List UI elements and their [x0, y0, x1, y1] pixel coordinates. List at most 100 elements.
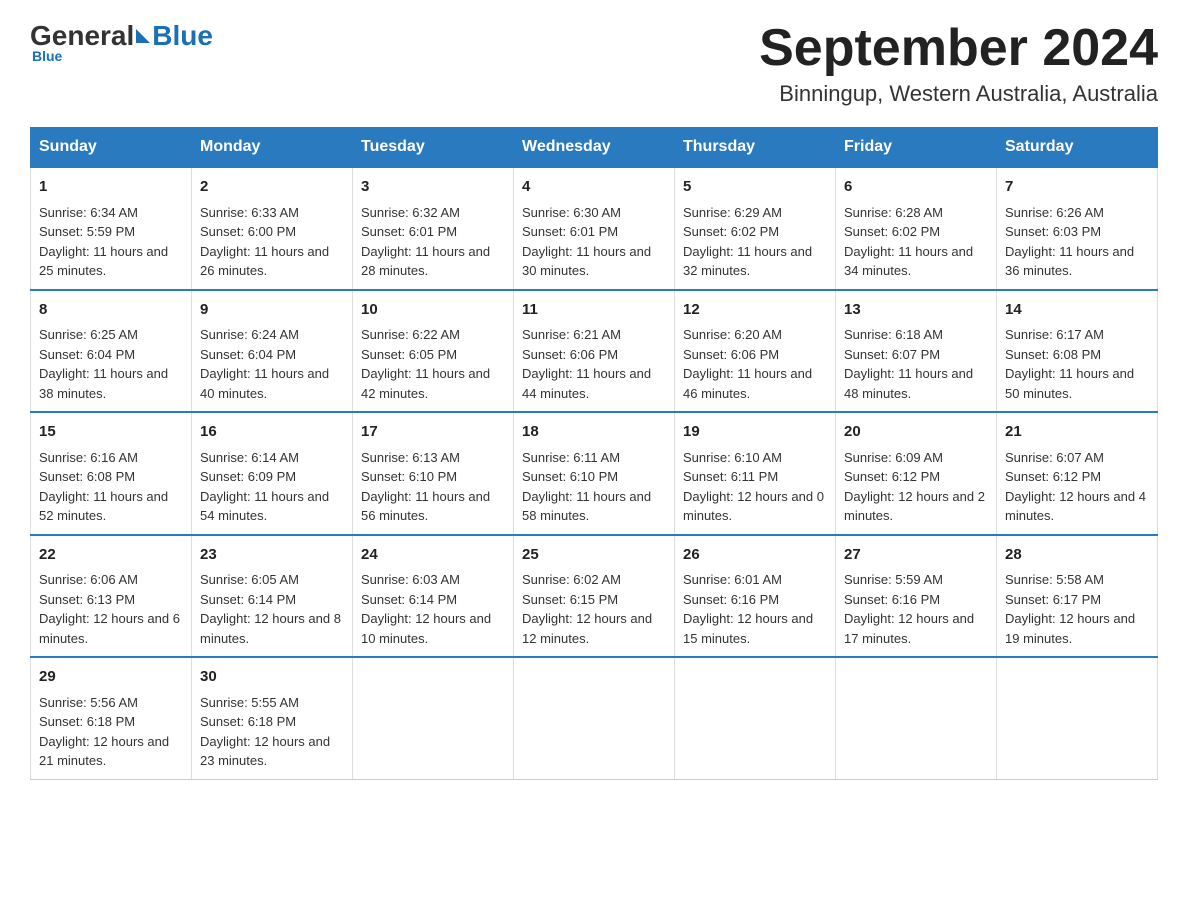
day-info: Sunrise: 6:01 AMSunset: 6:16 PMDaylight:… [683, 570, 827, 648]
table-row: 27 Sunrise: 5:59 AMSunset: 6:16 PMDayligh… [836, 535, 997, 658]
day-number: 12 [683, 299, 827, 322]
header-thursday: Thursday [675, 128, 836, 168]
day-info: Sunrise: 6:24 AMSunset: 6:04 PMDaylight:… [200, 325, 344, 403]
day-number: 14 [1005, 299, 1149, 322]
table-row: 10 Sunrise: 6:22 AMSunset: 6:05 PMDayligh… [353, 290, 514, 413]
table-row: 18Sunrise: 6:11 AMSunset: 6:10 PMDayligh… [514, 412, 675, 535]
day-number: 20 [844, 421, 988, 444]
calendar-header-row: Sunday Monday Tuesday Wednesday Thursday… [31, 128, 1158, 168]
day-info: Sunrise: 6:05 AMSunset: 6:14 PMDaylight:… [200, 570, 344, 648]
table-row: 1 Sunrise: 6:34 AMSunset: 5:59 PMDaylight… [31, 167, 192, 290]
day-number: 1 [39, 176, 183, 199]
header-wednesday: Wednesday [514, 128, 675, 168]
day-number: 23 [200, 544, 344, 567]
logo: General Blue Blue [30, 20, 213, 64]
day-number: 6 [844, 176, 988, 199]
header-sunday: Sunday [31, 128, 192, 168]
table-row: 21 Sunrise: 6:07 AMSunset: 6:12 PMDayligh… [997, 412, 1158, 535]
day-info: Sunrise: 5:59 AMSunset: 6:16 PMDaylight:… [844, 570, 988, 648]
day-number: 19 [683, 421, 827, 444]
calendar-week-row: 1 Sunrise: 6:34 AMSunset: 5:59 PMDaylight… [31, 167, 1158, 290]
day-info: Sunrise: 6:11 AMSunset: 6:10 PMDaylight:… [522, 448, 666, 526]
logo-arrow-icon [136, 29, 150, 43]
day-info: Sunrise: 6:07 AMSunset: 6:12 PMDaylight:… [1005, 448, 1149, 526]
table-row: 19Sunrise: 6:10 AMSunset: 6:11 PMDayligh… [675, 412, 836, 535]
day-info: Sunrise: 6:18 AMSunset: 6:07 PMDaylight:… [844, 325, 988, 403]
day-info: Sunrise: 6:22 AMSunset: 6:05 PMDaylight:… [361, 325, 505, 403]
day-number: 16 [200, 421, 344, 444]
day-info: Sunrise: 6:21 AMSunset: 6:06 PMDaylight:… [522, 325, 666, 403]
table-row: 8 Sunrise: 6:25 AMSunset: 6:04 PMDaylight… [31, 290, 192, 413]
day-number: 11 [522, 299, 666, 322]
day-number: 27 [844, 544, 988, 567]
table-row: 9 Sunrise: 6:24 AMSunset: 6:04 PMDaylight… [192, 290, 353, 413]
location-title: Binningup, Western Australia, Australia [759, 81, 1158, 107]
day-info: Sunrise: 6:33 AMSunset: 6:00 PMDaylight:… [200, 203, 344, 281]
table-row: 13 Sunrise: 6:18 AMSunset: 6:07 PMDayligh… [836, 290, 997, 413]
table-row: 15Sunrise: 6:16 AMSunset: 6:08 PMDayligh… [31, 412, 192, 535]
day-number: 13 [844, 299, 988, 322]
table-row: 7 Sunrise: 6:26 AMSunset: 6:03 PMDaylight… [997, 167, 1158, 290]
day-info: Sunrise: 5:56 AMSunset: 6:18 PMDaylight:… [39, 693, 183, 771]
day-info: Sunrise: 6:03 AMSunset: 6:14 PMDaylight:… [361, 570, 505, 648]
table-row [675, 657, 836, 779]
logo-subtitle: Blue [32, 48, 62, 64]
day-number: 15 [39, 421, 183, 444]
table-row: 12 Sunrise: 6:20 AMSunset: 6:06 PMDayligh… [675, 290, 836, 413]
header-friday: Friday [836, 128, 997, 168]
day-number: 9 [200, 299, 344, 322]
day-number: 2 [200, 176, 344, 199]
table-row: 17Sunrise: 6:13 AMSunset: 6:10 PMDayligh… [353, 412, 514, 535]
day-number: 30 [200, 666, 344, 689]
day-info: Sunrise: 6:25 AMSunset: 6:04 PMDaylight:… [39, 325, 183, 403]
day-info: Sunrise: 6:17 AMSunset: 6:08 PMDaylight:… [1005, 325, 1149, 403]
day-info: Sunrise: 6:32 AMSunset: 6:01 PMDaylight:… [361, 203, 505, 281]
table-row: 24 Sunrise: 6:03 AMSunset: 6:14 PMDayligh… [353, 535, 514, 658]
table-row: 14 Sunrise: 6:17 AMSunset: 6:08 PMDayligh… [997, 290, 1158, 413]
table-row: 30 Sunrise: 5:55 AMSunset: 6:18 PMDayligh… [192, 657, 353, 779]
calendar-week-row: 22 Sunrise: 6:06 AMSunset: 6:13 PMDayligh… [31, 535, 1158, 658]
day-number: 7 [1005, 176, 1149, 199]
table-row: 22 Sunrise: 6:06 AMSunset: 6:13 PMDayligh… [31, 535, 192, 658]
day-info: Sunrise: 6:28 AMSunset: 6:02 PMDaylight:… [844, 203, 988, 281]
day-info: Sunrise: 6:09 AMSunset: 6:12 PMDaylight:… [844, 448, 988, 526]
calendar-week-row: 15Sunrise: 6:16 AMSunset: 6:08 PMDayligh… [31, 412, 1158, 535]
day-info: Sunrise: 6:20 AMSunset: 6:06 PMDaylight:… [683, 325, 827, 403]
day-info: Sunrise: 5:55 AMSunset: 6:18 PMDaylight:… [200, 693, 344, 771]
day-info: Sunrise: 6:34 AMSunset: 5:59 PMDaylight:… [39, 203, 183, 281]
logo-blue-text: Blue [152, 20, 213, 52]
table-row: 23 Sunrise: 6:05 AMSunset: 6:14 PMDayligh… [192, 535, 353, 658]
day-number: 25 [522, 544, 666, 567]
header-saturday: Saturday [997, 128, 1158, 168]
day-info: Sunrise: 6:06 AMSunset: 6:13 PMDaylight:… [39, 570, 183, 648]
header-tuesday: Tuesday [353, 128, 514, 168]
day-number: 28 [1005, 544, 1149, 567]
table-row: 28Sunrise: 5:58 AMSunset: 6:17 PMDayligh… [997, 535, 1158, 658]
day-info: Sunrise: 6:29 AMSunset: 6:02 PMDaylight:… [683, 203, 827, 281]
calendar-week-row: 8 Sunrise: 6:25 AMSunset: 6:04 PMDaylight… [31, 290, 1158, 413]
header-monday: Monday [192, 128, 353, 168]
day-info: Sunrise: 6:26 AMSunset: 6:03 PMDaylight:… [1005, 203, 1149, 281]
day-number: 3 [361, 176, 505, 199]
day-number: 21 [1005, 421, 1149, 444]
day-number: 29 [39, 666, 183, 689]
table-row: 4Sunrise: 6:30 AMSunset: 6:01 PMDaylight… [514, 167, 675, 290]
day-number: 10 [361, 299, 505, 322]
day-number: 24 [361, 544, 505, 567]
table-row: 11 Sunrise: 6:21 AMSunset: 6:06 PMDayligh… [514, 290, 675, 413]
table-row [353, 657, 514, 779]
day-number: 22 [39, 544, 183, 567]
day-number: 8 [39, 299, 183, 322]
month-title: September 2024 [759, 20, 1158, 77]
table-row: 6 Sunrise: 6:28 AMSunset: 6:02 PMDaylight… [836, 167, 997, 290]
day-info: Sunrise: 6:30 AMSunset: 6:01 PMDaylight:… [522, 203, 666, 281]
day-number: 26 [683, 544, 827, 567]
table-row: 29 Sunrise: 5:56 AMSunset: 6:18 PMDayligh… [31, 657, 192, 779]
table-row: 2 Sunrise: 6:33 AMSunset: 6:00 PMDaylight… [192, 167, 353, 290]
table-row: 25Sunrise: 6:02 AMSunset: 6:15 PMDayligh… [514, 535, 675, 658]
page-header: General Blue Blue September 2024 Binning… [30, 20, 1158, 107]
table-row: 3 Sunrise: 6:32 AMSunset: 6:01 PMDaylight… [353, 167, 514, 290]
calendar-week-row: 29 Sunrise: 5:56 AMSunset: 6:18 PMDayligh… [31, 657, 1158, 779]
day-info: Sunrise: 6:13 AMSunset: 6:10 PMDaylight:… [361, 448, 505, 526]
table-row: 16Sunrise: 6:14 AMSunset: 6:09 PMDayligh… [192, 412, 353, 535]
